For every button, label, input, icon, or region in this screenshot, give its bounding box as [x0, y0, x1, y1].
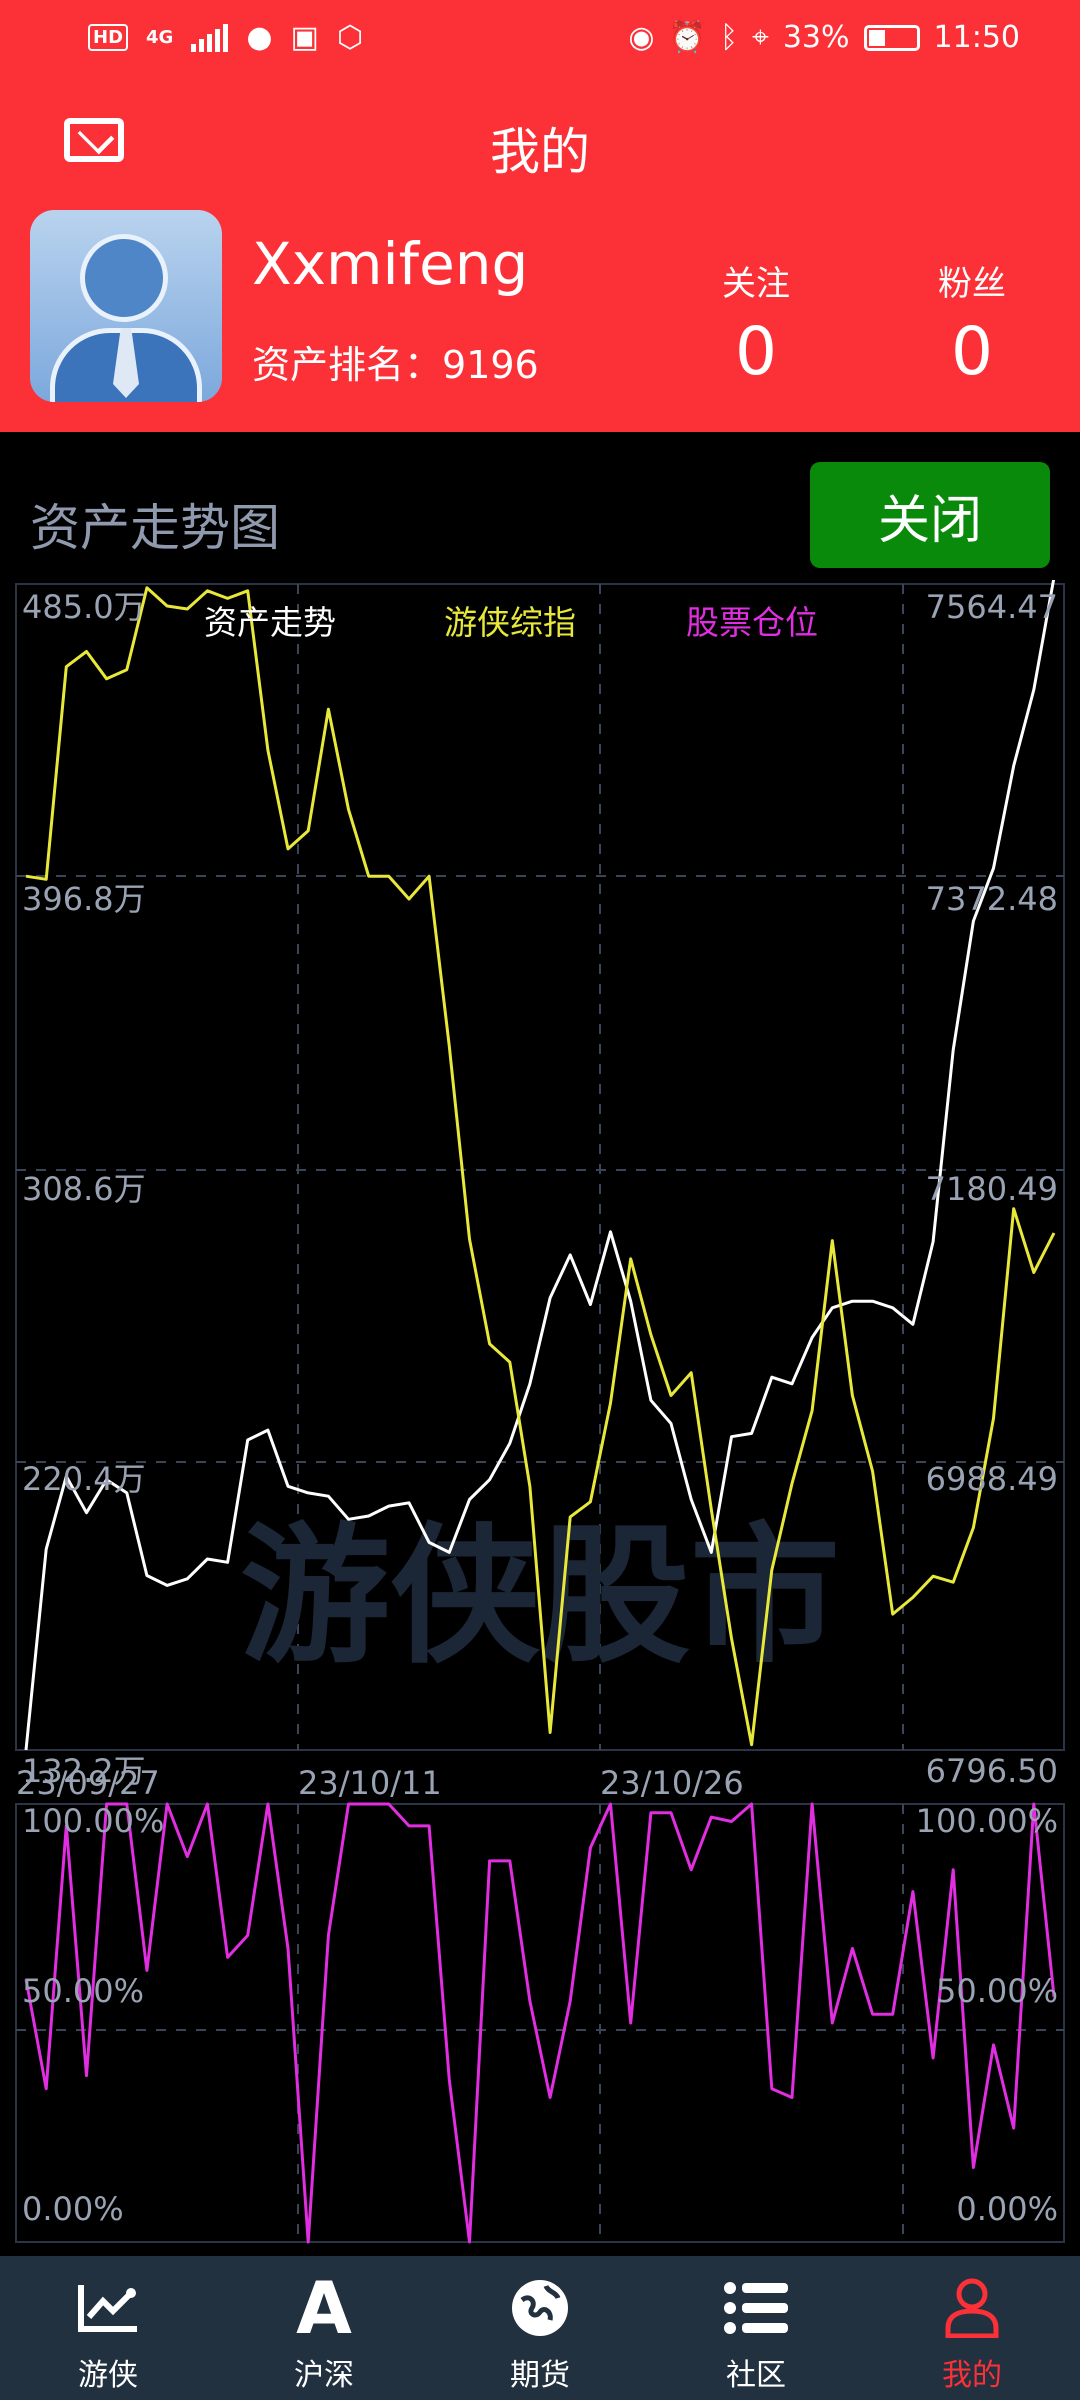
box-notification-icon: ⬡ — [336, 20, 364, 55]
globe-icon — [510, 2270, 570, 2346]
asset-rank: 资产排名：9196 — [252, 334, 539, 389]
axis-labels: 485.0万396.8万308.6万220.4万132.2万7564.47737… — [16, 588, 1058, 2228]
legend-item: 资产走势 — [204, 603, 336, 642]
following-label: 关注 — [722, 264, 790, 304]
hd-icon: HD — [88, 24, 129, 51]
nav-item-mine[interactable]: 我的 — [864, 2256, 1080, 2400]
section-title: 资产走势图 — [30, 499, 280, 557]
legend-item: 股票仓位 — [686, 603, 818, 642]
left-axis-tick: 485.0万 — [22, 588, 146, 626]
avatar-head — [80, 234, 168, 322]
x-axis-tick: 23/10/11 — [298, 1764, 442, 1802]
position-right-tick: 50.00% — [936, 1972, 1058, 2010]
battery-percent: 33% — [782, 20, 850, 55]
right-axis-tick: 6796.50 — [926, 1752, 1058, 1790]
nav-label: 沪深 — [294, 2358, 354, 2393]
left-axis-tick: 396.8万 — [22, 880, 146, 918]
eye-icon: ◉ — [628, 20, 655, 55]
right-axis-tick: 6988.49 — [926, 1460, 1058, 1498]
bottom-nav: 游侠 A 沪深 期货 社区 我的 — [0, 2256, 1080, 2400]
position-right-tick: 100.00% — [916, 1802, 1058, 1840]
position-left-tick: 100.00% — [22, 1802, 164, 1840]
close-button[interactable]: 关闭 — [810, 462, 1050, 568]
followers-label: 粉丝 — [938, 264, 1006, 304]
nav-label: 我的 — [942, 2358, 1002, 2393]
following-count: 0 — [735, 313, 777, 390]
asset-trend-chart: 游侠股市 485.0万396.8万308.6万220.4万132.2万7564.… — [15, 580, 1065, 2244]
battery-icon — [863, 24, 920, 51]
position-right-tick: 0.00% — [956, 2190, 1058, 2228]
nav-item-hushen[interactable]: A 沪深 — [216, 2256, 432, 2400]
right-axis-tick: 7180.49 — [926, 1170, 1058, 1208]
followers-stat[interactable]: 粉丝 0 — [892, 256, 1052, 390]
nav-item-youxia[interactable]: 游侠 — [0, 2256, 216, 2400]
nav-label: 期货 — [510, 2358, 570, 2393]
left-axis-tick: 220.4万 — [22, 1460, 146, 1498]
user-icon — [944, 2270, 1000, 2346]
nav-item-community[interactable]: 社区 — [648, 2256, 864, 2400]
chart-trend-icon — [77, 2270, 139, 2346]
letter-a-icon: A — [296, 2266, 352, 2350]
calendar-notification-icon: ▣ — [290, 20, 319, 55]
position-chart-frame — [15, 1803, 1065, 2243]
position-grid — [16, 1804, 1064, 2242]
left-axis-tick: 308.6万 — [22, 1170, 146, 1208]
right-axis-tick: 7372.48 — [926, 880, 1058, 918]
x-axis-tick: 23/09/27 — [16, 1764, 160, 1802]
nav-item-futures[interactable]: 期货 — [432, 2256, 648, 2400]
app-notification-icon: ● — [246, 20, 273, 55]
following-stat[interactable]: 关注 0 — [676, 256, 836, 390]
position-series — [24, 1802, 1056, 2244]
position-line — [24, 1802, 1056, 2244]
status-bar: HD 4G ● ▣ ⬡ ◉ ⏰ ᛒ ⌖ 33% 11:50 — [0, 0, 1080, 78]
username: Xxmifeng — [252, 230, 529, 298]
bluetooth-icon: ᛒ — [719, 20, 738, 55]
followers-count: 0 — [951, 313, 993, 390]
alarm-icon: ⏰ — [668, 20, 706, 55]
position-left-tick: 50.00% — [22, 1972, 144, 2010]
rank-label: 资产排名： — [252, 343, 443, 387]
nav-label: 游侠 — [78, 2358, 138, 2393]
legend-item: 游侠综指 — [444, 603, 576, 642]
network-type: 4G — [146, 27, 174, 48]
x-axis-tick: 23/10/26 — [600, 1764, 744, 1802]
avatar[interactable] — [30, 210, 222, 402]
nav-label: 社区 — [726, 2358, 786, 2393]
right-axis-tick: 7564.47 — [926, 588, 1058, 626]
position-left-tick: 0.00% — [22, 2190, 124, 2228]
profile-header: HD 4G ● ▣ ⬡ ◉ ⏰ ᛒ ⌖ 33% 11:50 我的 Xxmifen… — [0, 0, 1080, 432]
chart-legend: 资产走势 游侠综指 股票仓位 — [204, 603, 818, 642]
list-icon — [724, 2270, 788, 2346]
signal-icon — [191, 23, 229, 52]
rank-value: 9196 — [442, 343, 539, 387]
location-icon: ⌖ — [751, 20, 769, 55]
clock: 11:50 — [933, 20, 1020, 55]
page-title: 我的 — [490, 123, 590, 181]
